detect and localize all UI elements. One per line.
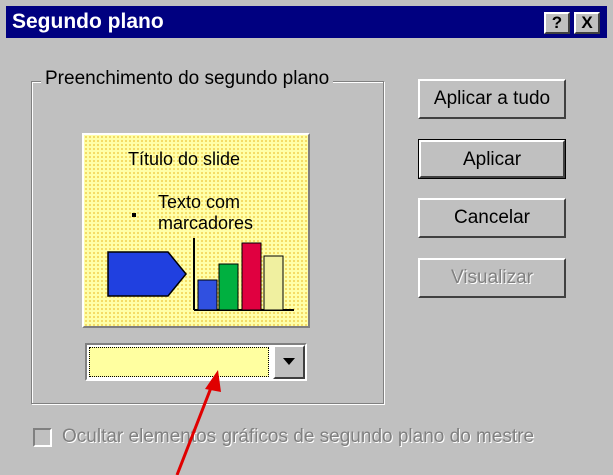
- fill-group-label: Preenchimento do segundo plano: [41, 68, 334, 90]
- apply-button[interactable]: Aplicar: [418, 139, 566, 179]
- cancel-button[interactable]: Cancelar: [418, 198, 566, 238]
- title-bar[interactable]: Segundo plano ? X: [6, 6, 607, 38]
- slide-preview: Título do slide Texto com marcadores: [82, 133, 310, 328]
- background-dialog: Segundo plano ? X Preenchimento do segun…: [0, 0, 613, 475]
- dropdown-button[interactable]: [273, 345, 305, 379]
- hide-master-graphics-label: Ocultar elementos gráficos de segundo pl…: [62, 426, 535, 447]
- close-button[interactable]: X: [574, 12, 600, 34]
- help-button[interactable]: ?: [544, 12, 570, 34]
- preview-graphics: [107, 238, 294, 311]
- fill-color-field[interactable]: [89, 347, 269, 377]
- preview-arrow-shape: [107, 251, 187, 297]
- apply-all-button[interactable]: Aplicar a tudo: [418, 79, 566, 119]
- fill-color-dropdown[interactable]: [85, 343, 307, 381]
- preview-bar-green: [218, 263, 239, 311]
- preview-bar-yellow: [263, 255, 284, 311]
- preview-bar-blue: [197, 279, 218, 311]
- window-title: Segundo plano: [12, 10, 164, 33]
- hide-master-graphics-checkbox[interactable]: [33, 428, 52, 447]
- chevron-down-icon: [283, 358, 295, 365]
- preview-button[interactable]: Visualizar: [418, 258, 566, 298]
- preview-bar-red: [241, 242, 262, 311]
